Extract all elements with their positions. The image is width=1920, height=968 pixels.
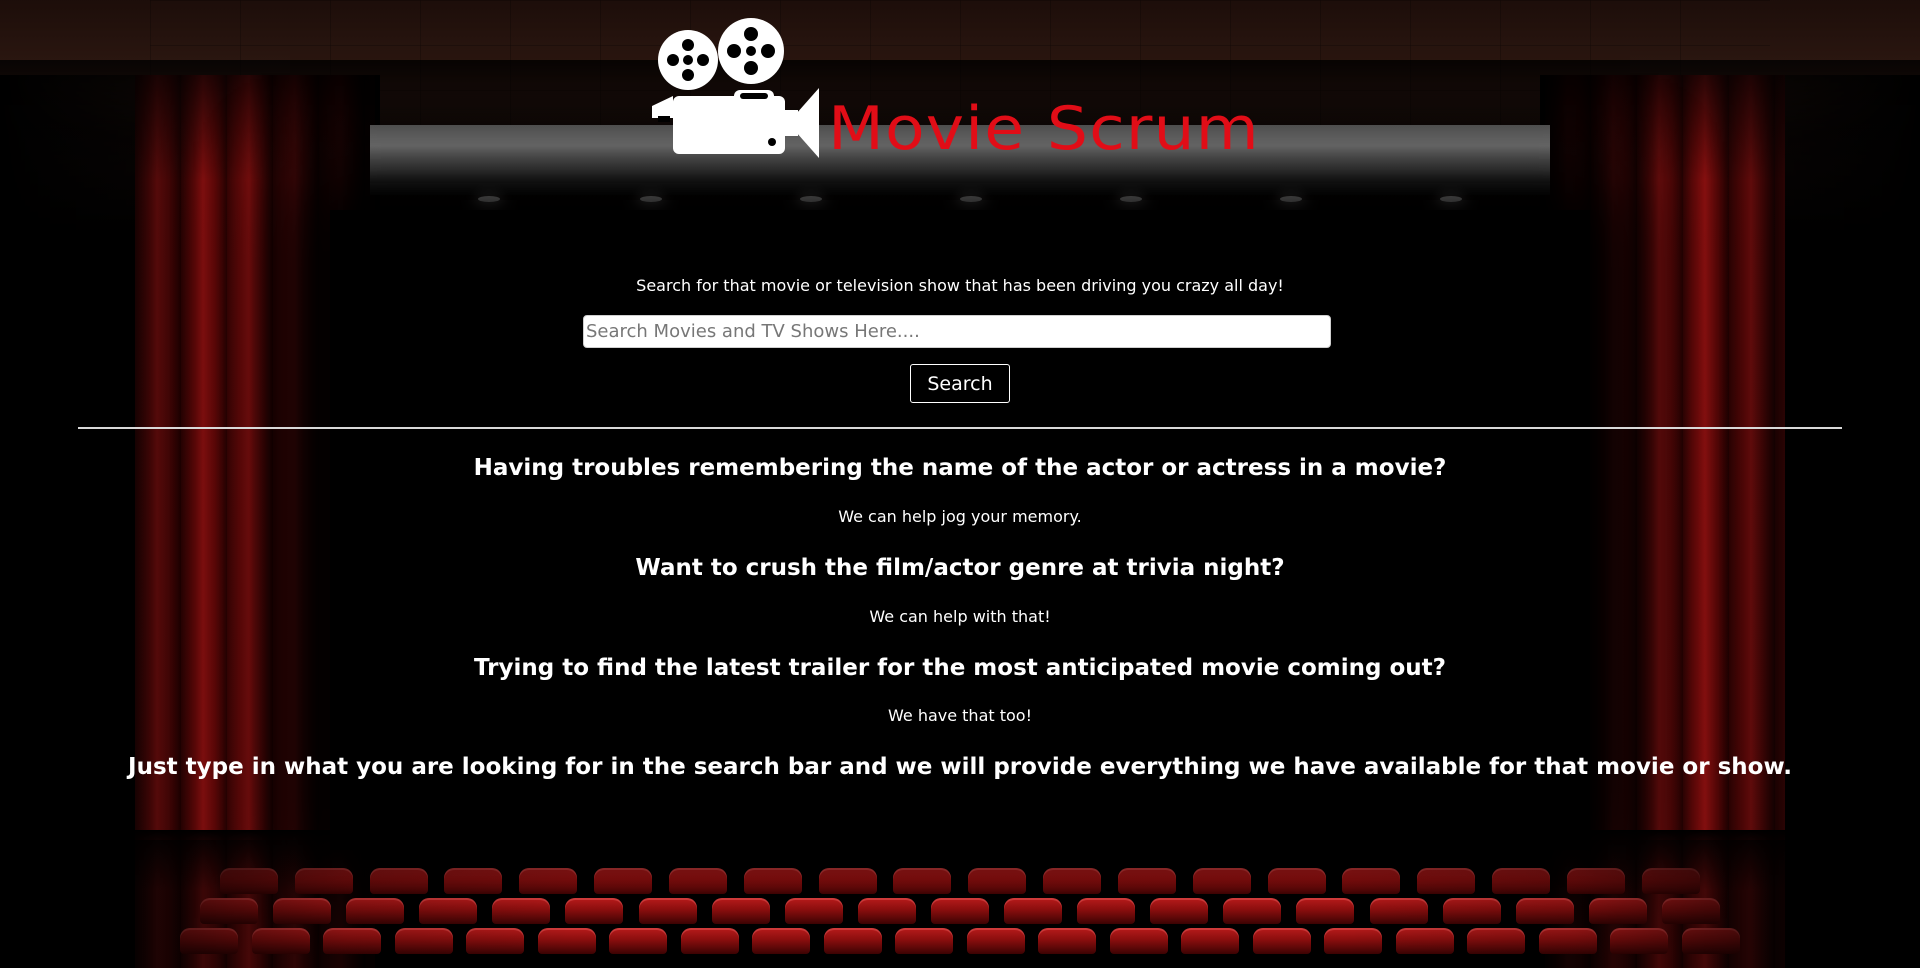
- info-answer: We have that too!: [888, 706, 1032, 725]
- film-camera-icon: [652, 18, 819, 158]
- info-question: Having troubles remembering the name of …: [473, 455, 1447, 481]
- site-logo[interactable]: Movie Scrum: [648, 18, 1259, 164]
- info-answer: We can help with that!: [869, 607, 1051, 626]
- info-question: Want to crush the film/actor genre at tr…: [635, 555, 1285, 581]
- stage-valance-edge: [370, 183, 1550, 195]
- search-tagline: Search for that movie or television show…: [636, 276, 1284, 295]
- search-button[interactable]: Search: [910, 364, 1010, 403]
- divider: [78, 427, 1842, 429]
- logo-text: Movie Scrum: [828, 94, 1260, 164]
- theater-background: Movie Scrum Search for that movie or tel…: [0, 0, 1920, 968]
- info-answer: We can help jog your memory.: [838, 507, 1082, 526]
- search-input[interactable]: [583, 315, 1331, 348]
- info-closing: Just type in what you are looking for in…: [128, 754, 1792, 780]
- info-question: Trying to find the latest trailer for th…: [474, 655, 1446, 681]
- seats-fade-sides: [0, 840, 1920, 968]
